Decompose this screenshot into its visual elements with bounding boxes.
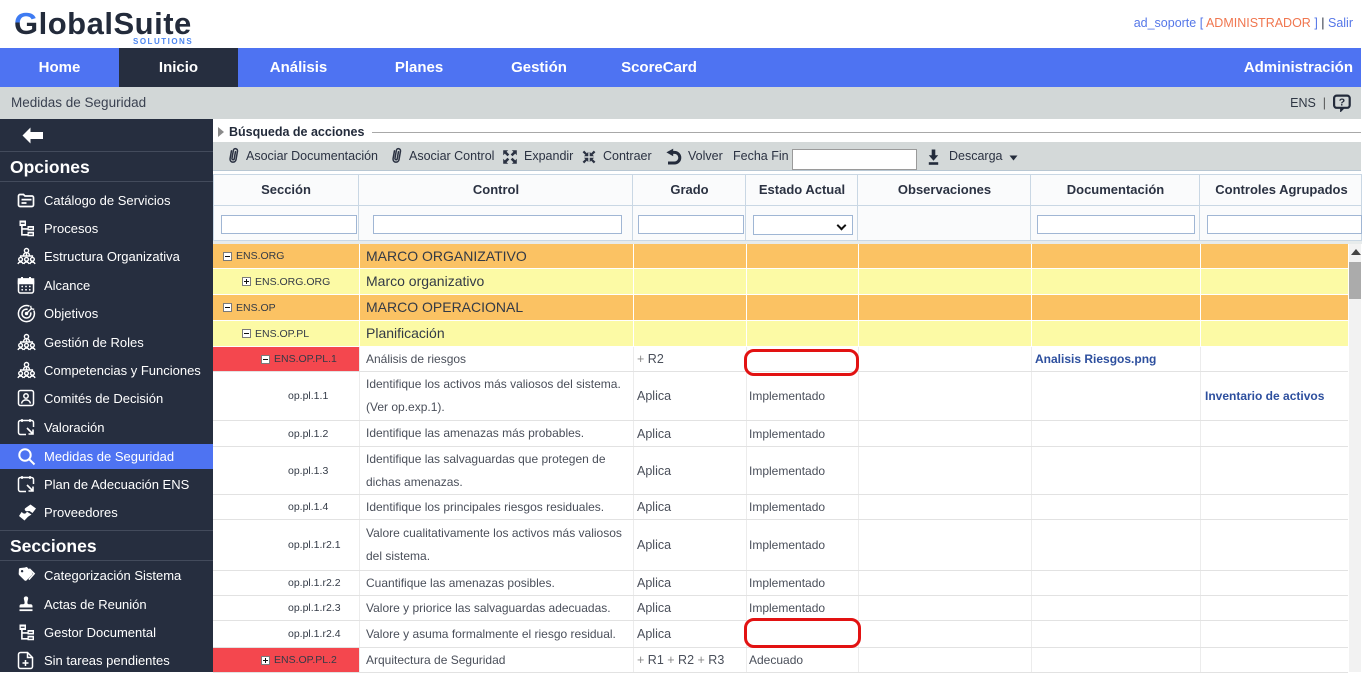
svg-text:?: ? (1339, 96, 1345, 108)
